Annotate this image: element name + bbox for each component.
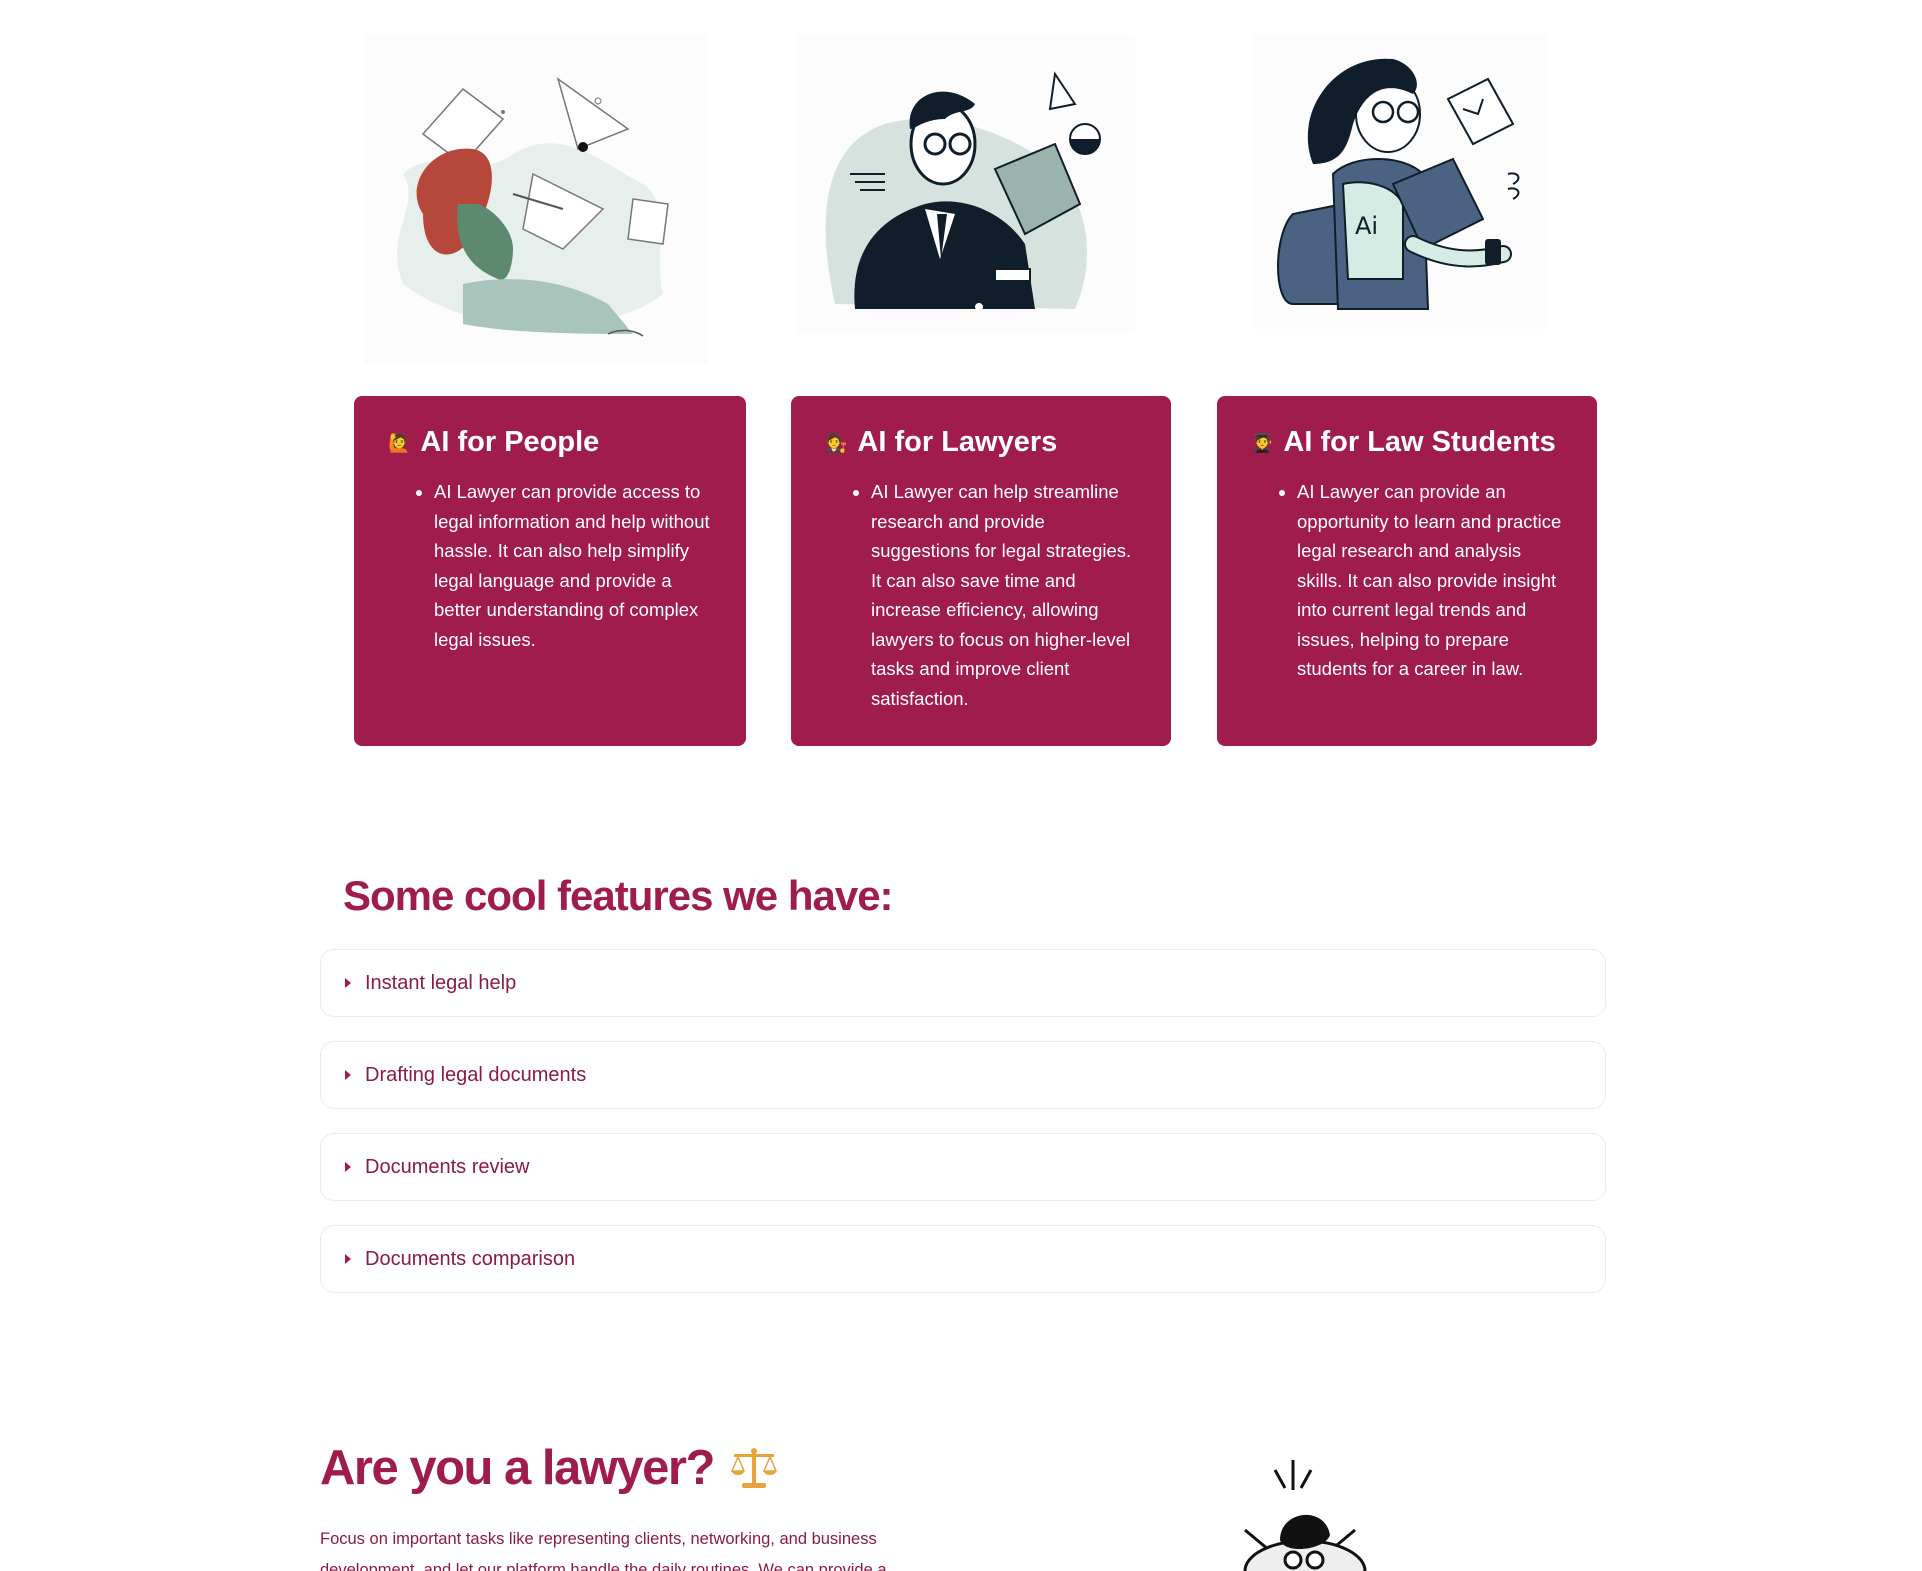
judge-icon: 🧑‍⚖️ bbox=[825, 432, 848, 453]
card-bullet-list: AI Lawyer can provide access to legal in… bbox=[388, 477, 718, 654]
raising-hand-icon: 🙋 bbox=[388, 432, 411, 453]
features-heading: Some cool features we have: bbox=[343, 872, 894, 919]
student-icon: 🧑‍🎓 bbox=[1251, 432, 1274, 453]
feature-label: Documents review bbox=[365, 1155, 530, 1178]
feature-label: Documents comparison bbox=[365, 1247, 576, 1270]
feature-accordion-documents-review[interactable]: Documents review bbox=[320, 1133, 1606, 1201]
card-bullet: AI Lawyer can provide an opportunity to … bbox=[1297, 477, 1569, 684]
card-bullet-list: AI Lawyer can help streamline research a… bbox=[825, 477, 1143, 713]
card-ai-for-people: 🙋 AI for People AI Lawyer can provide ac… bbox=[354, 396, 746, 746]
caret-right-icon bbox=[345, 1162, 351, 1172]
feature-accordion-drafting-legal-documents[interactable]: Drafting legal documents bbox=[320, 1041, 1606, 1109]
card-title-text: AI for People bbox=[420, 426, 600, 458]
caret-right-icon bbox=[345, 1254, 351, 1264]
feature-label: Instant legal help bbox=[365, 971, 517, 994]
card-title: 🧑‍⚖️ AI for Lawyers bbox=[825, 426, 1143, 459]
lawyer-illustration bbox=[795, 34, 1135, 334]
card-title-text: AI for Lawyers bbox=[857, 426, 1058, 458]
people-illustration bbox=[363, 34, 709, 364]
card-ai-for-law-students: 🧑‍🎓 AI for Law Students AI Lawyer can pr… bbox=[1217, 396, 1597, 746]
feature-accordion-instant-legal-help[interactable]: Instant legal help bbox=[320, 949, 1606, 1017]
card-title-text: AI for Law Students bbox=[1283, 426, 1556, 458]
card-bullet-list: AI Lawyer can provide an opportunity to … bbox=[1251, 477, 1569, 684]
caret-right-icon bbox=[345, 1070, 351, 1080]
card-bullet: AI Lawyer can provide access to legal in… bbox=[434, 477, 718, 654]
svg-text:Ai: Ai bbox=[1355, 212, 1378, 240]
card-title: 🧑‍🎓 AI for Law Students bbox=[1251, 426, 1569, 459]
card-title: 🙋 AI for People bbox=[388, 426, 718, 459]
page: Ai 🙋 AI for People AI Lawyer can provide… bbox=[0, 0, 1922, 1571]
lawyer-section-heading: Are you a lawyer? bbox=[320, 1440, 778, 1496]
card-ai-for-lawyers: 🧑‍⚖️ AI for Lawyers AI Lawyer can help s… bbox=[791, 396, 1171, 746]
feature-accordion-documents-comparison[interactable]: Documents comparison bbox=[320, 1225, 1606, 1293]
lawyer-idea-illustration bbox=[1225, 1450, 1385, 1571]
card-bullet: AI Lawyer can help streamline research a… bbox=[871, 477, 1143, 713]
balance-scale-icon bbox=[730, 1445, 778, 1491]
student-illustration: Ai bbox=[1253, 34, 1549, 329]
lawyer-section-description: Focus on important tasks like representi… bbox=[320, 1530, 887, 1571]
feature-label: Drafting legal documents bbox=[365, 1063, 587, 1086]
lawyer-heading-text: Are you a lawyer? bbox=[320, 1441, 715, 1495]
caret-right-icon bbox=[345, 978, 351, 988]
